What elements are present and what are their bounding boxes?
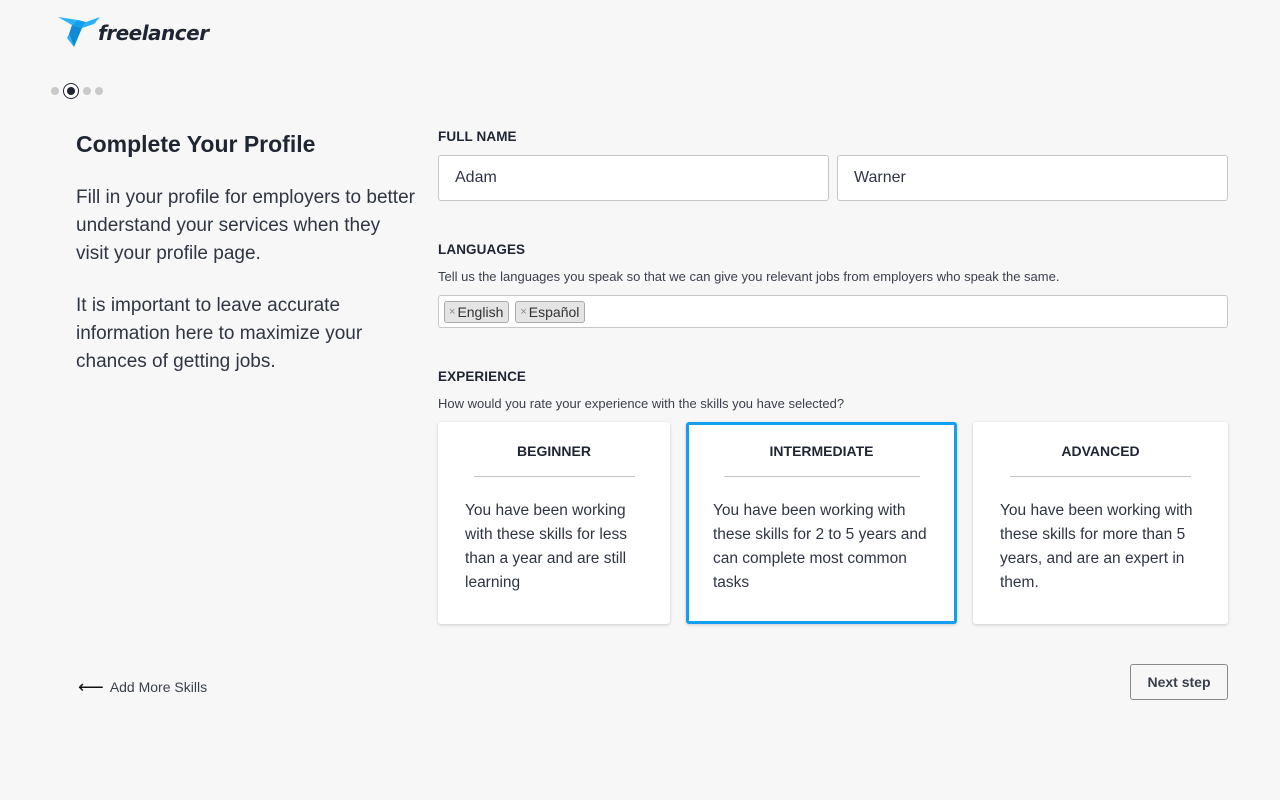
full-name-label: FULL NAME xyxy=(438,129,517,144)
step-indicator xyxy=(51,83,103,99)
brand-name: freelancer xyxy=(98,20,209,45)
step-dot-4 xyxy=(95,87,103,95)
languages-help: Tell us the languages you speak so that … xyxy=(438,269,1060,284)
experience-option-intermediate-selected[interactable]: INTERMEDIATE You have been working with … xyxy=(686,422,957,624)
divider xyxy=(473,476,635,477)
step-dot-1 xyxy=(51,87,59,95)
option-title: INTERMEDIATE xyxy=(769,443,874,459)
step-dot-3 xyxy=(83,87,91,95)
language-tag: × Español xyxy=(515,300,586,323)
option-title: ADVANCED xyxy=(1061,443,1140,459)
experience-label: EXPERIENCE xyxy=(438,369,527,384)
divider xyxy=(1010,476,1191,477)
option-description: You have been working with these skills … xyxy=(1000,502,1193,591)
next-step-button[interactable]: Next step xyxy=(1130,664,1228,700)
experience-option-beginner[interactable]: BEGINNER You have been working with thes… xyxy=(438,422,670,624)
remove-tag-icon[interactable]: × xyxy=(520,306,526,318)
intro-paragraph-1: Fill in your profile for employers to be… xyxy=(76,187,415,264)
language-tag-label: Español xyxy=(528,303,580,320)
option-title: BEGINNER xyxy=(517,443,591,459)
add-more-skills-link[interactable]: ⟵ Add More Skills xyxy=(78,678,207,696)
option-description: You have been working with these skills … xyxy=(465,502,627,591)
option-description: You have been working with these skills … xyxy=(713,502,927,591)
step-dot-2-current xyxy=(63,83,79,99)
page-title: Complete Your Profile xyxy=(76,131,316,157)
freelancer-logo[interactable]: freelancer xyxy=(58,14,209,48)
experience-option-advanced[interactable]: ADVANCED You have been working with thes… xyxy=(973,422,1228,624)
last-name-input[interactable]: Warner xyxy=(837,155,1228,201)
languages-input[interactable]: × English × Español xyxy=(438,295,1228,328)
intro-panel: Complete Your Profile Fill in your profi… xyxy=(76,128,416,376)
language-tag-label: English xyxy=(457,303,504,320)
languages-label: LANGUAGES xyxy=(438,242,526,257)
intro-paragraph-2: It is important to leave accurate inform… xyxy=(76,295,363,372)
first-name-input[interactable]: Adam xyxy=(438,155,829,201)
language-tag: × English xyxy=(444,300,510,323)
add-more-skills-label: Add More Skills xyxy=(109,679,208,695)
remove-tag-icon[interactable]: × xyxy=(449,306,455,318)
freelancer-bird-icon xyxy=(58,17,100,47)
arrow-left-icon: ⟵ xyxy=(78,677,104,697)
divider xyxy=(723,476,920,477)
experience-help: How would you rate your experience with … xyxy=(438,396,845,411)
